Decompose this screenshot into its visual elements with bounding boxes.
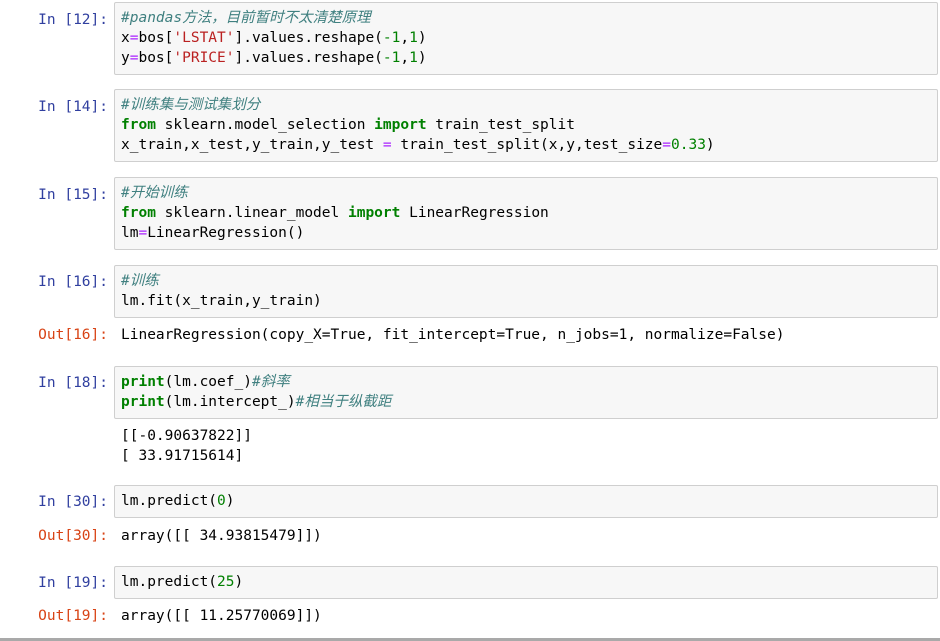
code-token: =	[662, 137, 671, 153]
code-line: lm.predict(25)	[121, 572, 931, 592]
code-token: import	[374, 117, 427, 133]
code-token: ].values.reshape(	[234, 50, 383, 66]
code-token: x_train,x_test,y_train,y_test	[121, 137, 383, 153]
code-token: (lm.coef_)	[164, 374, 252, 390]
code-token: )	[417, 30, 427, 46]
code-line: #训练集与测试集划分	[121, 95, 931, 115]
code-token: ].values.reshape(	[234, 30, 383, 46]
output-line: array([[ 34.93815479]])	[121, 528, 322, 544]
code-token: lm	[121, 225, 139, 241]
code-token: bos[	[138, 50, 174, 66]
input-prompt: In [12]:	[38, 12, 108, 28]
code-token: #相当于纵截距	[295, 394, 392, 410]
input-prompt: In [30]:	[38, 494, 108, 510]
code-token: 25	[217, 574, 235, 590]
code-token: 0.33	[671, 137, 706, 153]
code-line: #开始训练	[121, 183, 931, 203]
output-line: [[-0.90637822]]	[121, 428, 252, 444]
cell-output: array([[ 11.25770069]])	[114, 606, 938, 626]
code-token: #斜率	[251, 374, 290, 390]
output-line: LinearRegression(copy_X=True, fit_interc…	[121, 327, 785, 343]
input-prompt: In [16]:	[38, 274, 108, 290]
code-token: #pandas方法，目前暂时不太清楚原理	[121, 10, 371, 26]
code-line: x=bos['LSTAT'].values.reshape(-1,1)	[121, 28, 931, 48]
code-token: x	[121, 30, 130, 46]
code-line: print(lm.intercept_)#相当于纵截距	[121, 392, 931, 412]
code-token: 1	[409, 50, 418, 66]
code-input[interactable]: #训练 lm.fit(x_train,y_train)	[114, 265, 938, 318]
code-token: import	[347, 205, 401, 221]
code-line: lm=LinearRegression()	[121, 223, 931, 243]
code-input[interactable]: print(lm.coef_)#斜率 print(lm.intercept_)#…	[114, 366, 938, 419]
code-token: train_test_split	[426, 117, 575, 133]
code-token: from	[121, 117, 156, 133]
code-token: (lm.intercept_)	[164, 394, 296, 410]
code-token: bos[	[138, 30, 174, 46]
cell-output: array([[ 34.93815479]])	[114, 526, 938, 546]
code-token: lm.predict(	[121, 493, 218, 509]
code-token: )	[417, 50, 427, 66]
code-token: lm.predict(	[121, 574, 218, 590]
code-line: from sklearn.model_selection import trai…	[121, 115, 931, 135]
input-prompt: In [18]:	[38, 375, 108, 391]
output-prompt: Out[19]:	[38, 608, 108, 624]
code-token: sklearn.model_selection	[155, 117, 375, 133]
code-token: 0	[217, 493, 226, 509]
code-token: 1	[409, 30, 418, 46]
code-line: x_train,x_test,y_train,y_test = train_te…	[121, 135, 931, 155]
code-token: 'LSTAT'	[173, 30, 235, 46]
code-token: train_test_split(x,y,test_size	[391, 137, 663, 153]
code-line: lm.predict(0)	[121, 491, 931, 511]
code-input[interactable]: #训练集与测试集划分 from sklearn.model_selection …	[114, 89, 938, 162]
code-line: from sklearn.linear_model import LinearR…	[121, 203, 931, 223]
code-token: #训练	[121, 273, 159, 289]
code-input[interactable]: #开始训练 from sklearn.linear_model import L…	[114, 177, 938, 250]
cell-output: LinearRegression(copy_X=True, fit_interc…	[114, 325, 938, 345]
code-input[interactable]: lm.predict(25)	[114, 566, 938, 599]
code-token: LinearRegression()	[147, 225, 305, 241]
output-prompt: Out[16]:	[38, 327, 108, 343]
code-token: ,	[400, 30, 410, 46]
code-token: LinearRegression	[400, 205, 549, 221]
output-line: array([[ 11.25770069]])	[121, 608, 322, 624]
code-token: print	[121, 394, 165, 410]
code-token: -1	[382, 30, 401, 46]
code-token: lm.fit(x_train,y_train)	[121, 293, 322, 309]
input-prompt: In [14]:	[38, 99, 108, 115]
code-line: #训练	[121, 271, 931, 291]
input-prompt: In [15]:	[38, 187, 108, 203]
code-token: #开始训练	[121, 185, 188, 201]
code-token: print	[121, 374, 165, 390]
code-line: print(lm.coef_)#斜率	[121, 372, 931, 392]
output-line: [ 33.91715614]	[121, 448, 244, 464]
code-token: =	[138, 225, 148, 241]
code-token: -1	[382, 50, 401, 66]
code-token: ,	[400, 50, 410, 66]
code-input[interactable]: lm.predict(0)	[114, 485, 938, 518]
code-token: 'PRICE'	[173, 50, 235, 66]
code-line: y=bos['PRICE'].values.reshape(-1,1)	[121, 48, 931, 68]
code-token: from	[121, 205, 156, 221]
output-prompt: Out[30]:	[38, 528, 108, 544]
code-token: y	[121, 50, 130, 66]
code-token: )	[234, 574, 244, 590]
code-token: )	[705, 137, 715, 153]
code-line: lm.fit(x_train,y_train)	[121, 291, 931, 311]
cell-output: [[-0.90637822]] [ 33.91715614]	[114, 426, 938, 466]
code-input[interactable]: #pandas方法，目前暂时不太清楚原理 x=bos['LSTAT'].valu…	[114, 2, 938, 75]
code-token: #训练集与测试集划分	[121, 97, 261, 113]
code-token: sklearn.linear_model	[155, 205, 348, 221]
code-token: =	[382, 137, 392, 153]
code-line: #pandas方法，目前暂时不太清楚原理	[121, 8, 931, 28]
input-prompt: In [19]:	[38, 575, 108, 591]
code-token: )	[225, 493, 235, 509]
